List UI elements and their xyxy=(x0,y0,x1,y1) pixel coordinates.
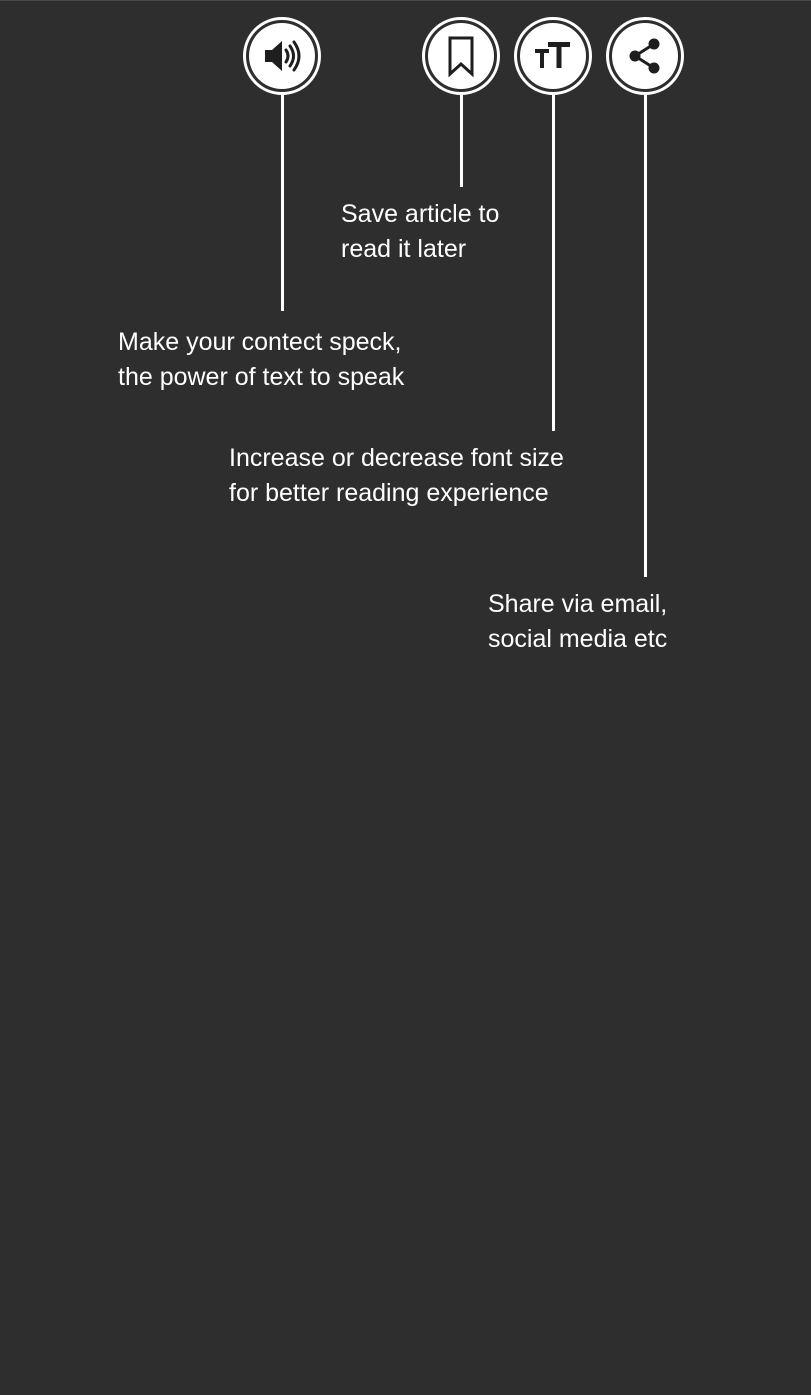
font-size-connector-line xyxy=(552,95,555,431)
bookmark-connector-line xyxy=(460,95,463,187)
speaker-icon xyxy=(249,23,315,89)
share-tooltip: Share via email, social media etc xyxy=(488,587,667,657)
bookmark-tooltip: Save article to read it later xyxy=(341,197,499,267)
bookmark-button[interactable] xyxy=(422,17,500,95)
speak-connector-line xyxy=(281,95,284,311)
speak-tooltip-line2: the power of text to speak xyxy=(118,363,405,391)
font-size-icon xyxy=(520,23,586,89)
bookmark-icon xyxy=(428,23,494,89)
share-button[interactable] xyxy=(606,17,684,95)
bookmark-tooltip-line2: read it later xyxy=(341,235,467,263)
share-icon xyxy=(612,23,678,89)
top-edge-divider xyxy=(0,0,811,1)
font-size-tooltip-line1: Increase or decrease font size xyxy=(229,444,564,472)
font-size-tooltip-line2: for better reading experience xyxy=(229,479,549,507)
share-tooltip-line1: Share via email, xyxy=(488,590,668,618)
speak-button[interactable] xyxy=(243,17,321,95)
share-connector-line xyxy=(644,95,647,577)
share-tooltip-line2: social media etc xyxy=(488,625,668,653)
bookmark-tooltip-line1: Save article to xyxy=(341,200,500,228)
speak-tooltip: Make your contect speck, the power of te… xyxy=(118,325,404,395)
font-size-tooltip: Increase or decrease font size for bette… xyxy=(229,441,564,511)
speak-tooltip-line1: Make your contect speck, xyxy=(118,328,402,356)
font-size-button[interactable] xyxy=(514,17,592,95)
